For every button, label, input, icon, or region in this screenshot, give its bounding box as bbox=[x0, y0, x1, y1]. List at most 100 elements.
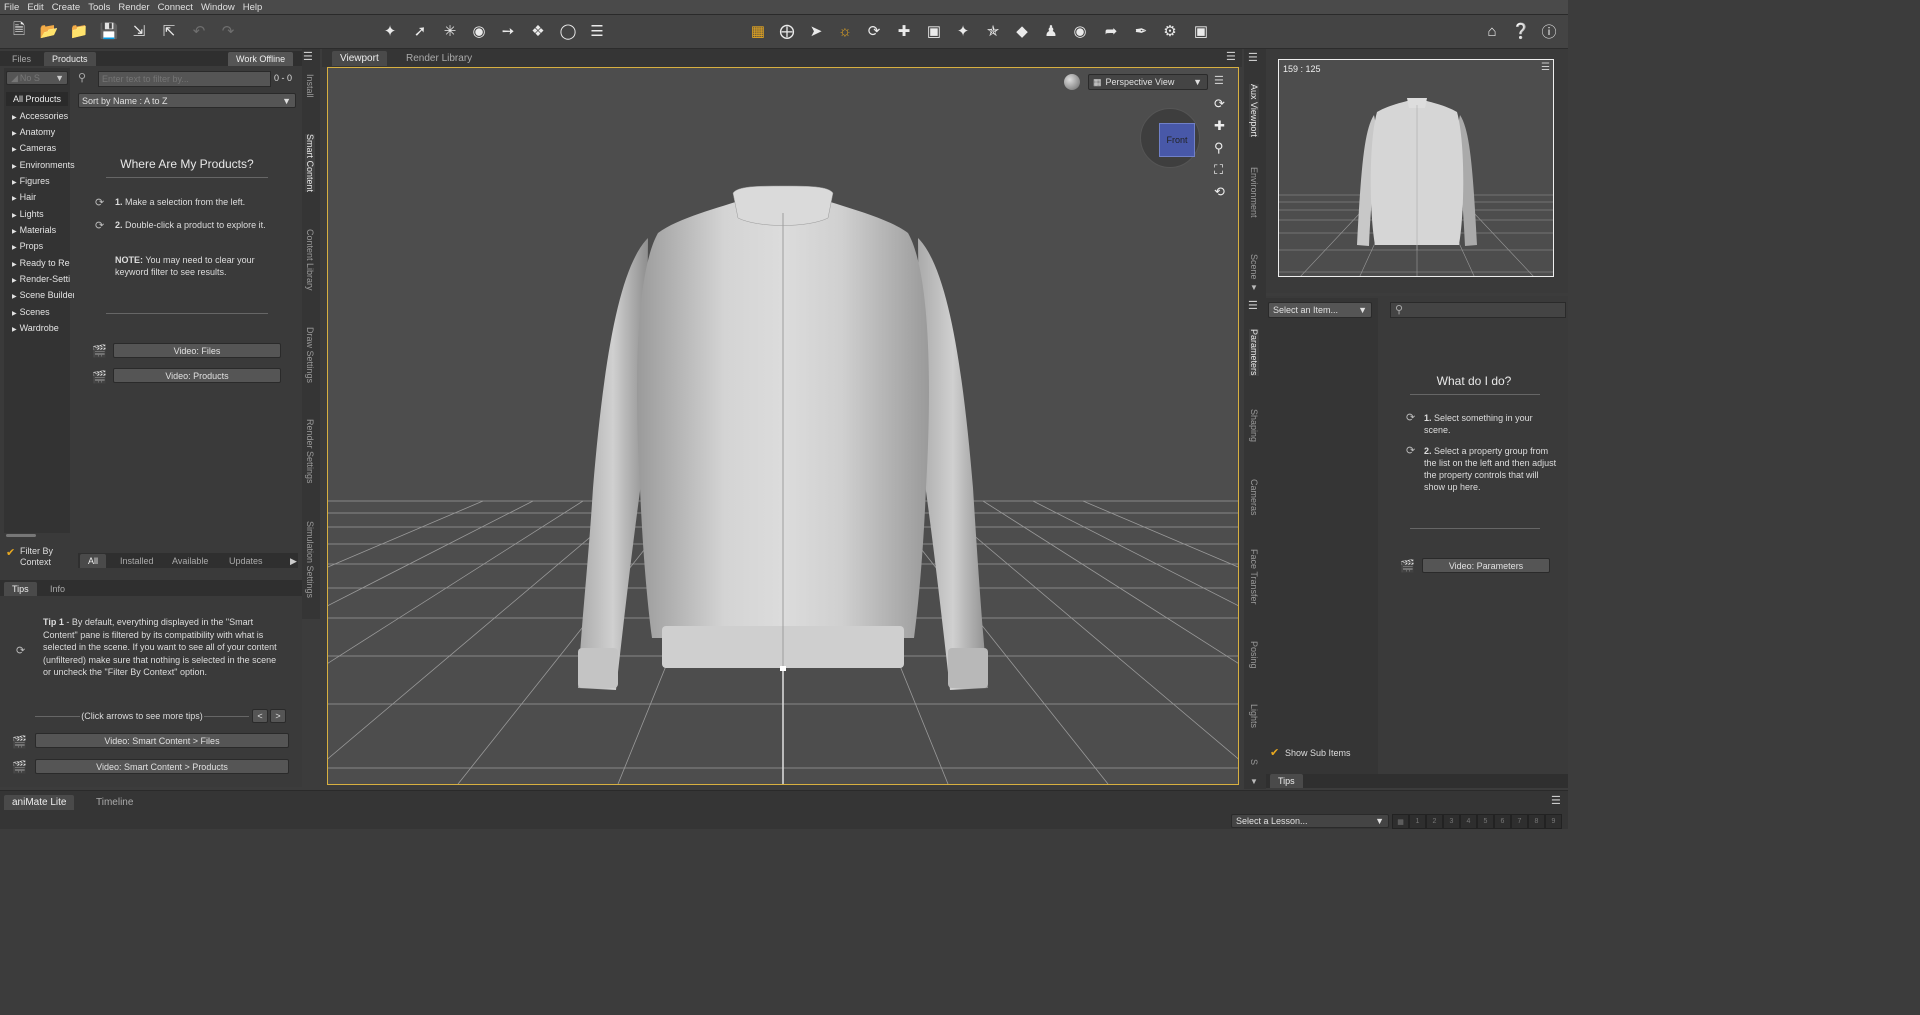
lesson-step[interactable]: 2 bbox=[1426, 814, 1443, 829]
category-lights[interactable]: Lights bbox=[12, 209, 44, 219]
tab-cameras[interactable]: Cameras bbox=[1249, 479, 1259, 516]
transform-icon[interactable]: ◯ bbox=[558, 21, 578, 41]
universal-tool-icon[interactable]: ⨁ bbox=[777, 21, 797, 41]
lesson-step[interactable]: 8 bbox=[1528, 814, 1545, 829]
active-pose-icon[interactable]: ☼ bbox=[835, 21, 855, 41]
tab-all[interactable]: All bbox=[80, 554, 107, 568]
category-accessories[interactable]: Accessories bbox=[12, 111, 69, 121]
save-icon[interactable]: 💾 bbox=[99, 21, 119, 41]
redo-icon[interactable]: ↷ bbox=[218, 21, 238, 41]
tab-updates[interactable]: Updates bbox=[221, 554, 271, 568]
merge-folder-icon[interactable]: 📁 bbox=[69, 21, 89, 41]
menu-create[interactable]: Create bbox=[52, 2, 81, 13]
lesson-step[interactable]: 1 bbox=[1409, 814, 1426, 829]
tab-simulation-settings[interactable]: Simulation Settings bbox=[305, 521, 315, 598]
lesson-step[interactable]: 3 bbox=[1443, 814, 1460, 829]
frame-icon[interactable]: ⛶ bbox=[1214, 162, 1223, 178]
tab-environment[interactable]: Environment bbox=[1249, 167, 1259, 218]
weight-map-icon[interactable]: ✯ bbox=[983, 21, 1003, 41]
reset-view-icon[interactable]: ⟲ bbox=[1214, 184, 1225, 200]
render-settings-icon[interactable]: ⚙ bbox=[1160, 21, 1180, 41]
lesson-step[interactable]: 9 bbox=[1545, 814, 1562, 829]
universal-grid-icon[interactable]: ▦ bbox=[748, 21, 768, 41]
filter-by-context-checkbox[interactable]: ✔ bbox=[6, 546, 18, 559]
surface-icon[interactable]: ◆ bbox=[1012, 21, 1032, 41]
perspective-view-dropdown[interactable]: ▦ Perspective View ▼ bbox=[1088, 74, 1208, 90]
spot-render-icon[interactable]: ✳ bbox=[440, 21, 460, 41]
pane-menu-icon[interactable]: ☰ bbox=[303, 50, 313, 63]
tab-face-transfer[interactable]: Face Transfer bbox=[1249, 549, 1259, 605]
geometry-sculptor-icon[interactable]: ❖ bbox=[528, 21, 548, 41]
help-icon[interactable]: ⓘ bbox=[1539, 21, 1559, 41]
tab-info[interactable]: Info bbox=[42, 582, 73, 596]
daz-home-icon[interactable]: ⌂ bbox=[1482, 21, 1502, 41]
lesson-grid-icon[interactable]: ▦ bbox=[1392, 814, 1409, 829]
category-hair[interactable]: Hair bbox=[12, 192, 37, 202]
tab-install[interactable]: Install bbox=[305, 74, 315, 98]
category-scenes[interactable]: Scenes bbox=[12, 307, 50, 317]
category-wardrobe[interactable]: Wardrobe bbox=[12, 323, 59, 333]
category-materials[interactable]: Materials bbox=[12, 225, 57, 235]
all-products-item[interactable]: All Products bbox=[6, 92, 68, 106]
tab-smart-content[interactable]: Smart Content bbox=[305, 134, 315, 193]
sort-dropdown[interactable]: Sort by Name : A to Z ▼ bbox=[78, 93, 296, 108]
category-ready-to-render[interactable]: Ready to Rend bbox=[12, 258, 70, 268]
viewport-menu-icon[interactable]: ☰ bbox=[1214, 74, 1224, 87]
video-parameters-button[interactable]: Video: Parameters bbox=[1422, 558, 1550, 573]
lesson-step[interactable]: 5 bbox=[1477, 814, 1494, 829]
zoom-icon[interactable]: ⚲ bbox=[1214, 140, 1224, 156]
menu-window[interactable]: Window bbox=[201, 2, 235, 13]
import-icon[interactable]: ⇲ bbox=[129, 21, 149, 41]
whats-this-icon[interactable]: ❔ bbox=[1511, 21, 1531, 41]
menu-file[interactable]: File bbox=[4, 2, 19, 13]
sidebar-scrollbar[interactable] bbox=[6, 533, 68, 539]
category-environments[interactable]: Environments bbox=[12, 160, 75, 170]
node-selection-icon[interactable]: ✦ bbox=[380, 21, 400, 41]
category-cameras[interactable]: Cameras bbox=[12, 143, 57, 153]
surface-selection-icon[interactable]: ➙ bbox=[498, 21, 518, 41]
render-camera-icon[interactable]: ▣ bbox=[1191, 21, 1211, 41]
menu-help[interactable]: Help bbox=[243, 2, 263, 13]
lesson-step[interactable]: 4 bbox=[1460, 814, 1477, 829]
show-sub-items-checkbox[interactable]: ✔ bbox=[1270, 746, 1279, 759]
pane-menu-icon[interactable]: ☰ bbox=[1226, 50, 1236, 63]
menu-edit[interactable]: Edit bbox=[27, 2, 43, 13]
pane-menu-icon[interactable]: ☰ bbox=[1551, 794, 1561, 807]
menu-render[interactable]: Render bbox=[118, 2, 149, 13]
tab-render-library[interactable]: Render Library bbox=[398, 51, 480, 66]
tab-shaping[interactable]: Shaping bbox=[1249, 409, 1259, 442]
pane-menu-icon[interactable]: ☰ bbox=[1248, 51, 1258, 64]
view-cube-front[interactable]: Front bbox=[1159, 123, 1195, 157]
category-props[interactable]: Props bbox=[12, 241, 44, 251]
joint-editor-icon[interactable]: ➚ bbox=[410, 21, 430, 41]
tab-installed[interactable]: Installed bbox=[112, 554, 162, 568]
tab-parameters[interactable]: Parameters bbox=[1249, 329, 1259, 376]
tab-draw-settings[interactable]: Draw Settings bbox=[305, 327, 315, 383]
tab-viewport[interactable]: Viewport bbox=[332, 51, 387, 66]
lesson-step[interactable]: 6 bbox=[1494, 814, 1511, 829]
undo-icon[interactable]: ↶ bbox=[189, 21, 209, 41]
align-icon[interactable]: ☰ bbox=[587, 21, 607, 41]
lesson-dropdown[interactable]: Select a Lesson... ▼ bbox=[1231, 814, 1389, 828]
aux-viewport[interactable]: 159 : 125 ☰ bbox=[1278, 59, 1554, 277]
node-weight-icon[interactable]: ✦ bbox=[953, 21, 973, 41]
tab-tips-right[interactable]: Tips bbox=[1270, 774, 1303, 788]
tab-tips[interactable]: Tips bbox=[4, 582, 37, 596]
select-cursor-icon[interactable]: ➦ bbox=[1101, 21, 1121, 41]
tab-render-settings[interactable]: Render Settings bbox=[305, 419, 315, 484]
category-scene-builder[interactable]: Scene Builder bbox=[12, 290, 74, 300]
rotate-icon[interactable]: ⟳ bbox=[864, 21, 884, 41]
select-item-dropdown[interactable]: Select an Item... ▼ bbox=[1268, 302, 1372, 318]
property-group-list[interactable] bbox=[1266, 298, 1378, 774]
brush-icon[interactable]: ✒ bbox=[1131, 21, 1151, 41]
tab-scene[interactable]: Scene bbox=[1249, 254, 1259, 284]
next-tip-button[interactable]: > bbox=[270, 709, 286, 723]
video-files-button[interactable]: Video: Files bbox=[113, 343, 281, 358]
scroll-down-icon[interactable]: ▼ bbox=[1250, 283, 1258, 292]
tab-content-library[interactable]: Content Library bbox=[305, 229, 315, 291]
aux-menu-icon[interactable]: ☰ bbox=[1541, 62, 1550, 73]
draw-style-sphere-icon[interactable] bbox=[1064, 74, 1080, 90]
parameter-search-input[interactable]: ⚲ bbox=[1390, 302, 1566, 318]
video-smart-content-files-button[interactable]: Video: Smart Content > Files bbox=[35, 733, 289, 748]
pane-menu-icon[interactable]: ☰ bbox=[1248, 299, 1258, 312]
